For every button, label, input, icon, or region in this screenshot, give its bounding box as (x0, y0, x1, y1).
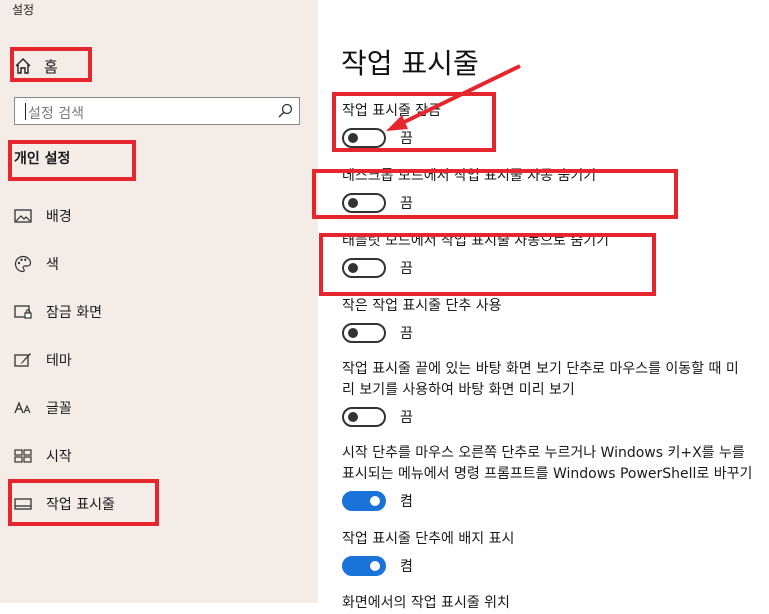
setting-powershell: 시작 단추를 마우스 오른쪽 단추로 누르거나 Windows 키+X를 누를 … (342, 443, 762, 511)
setting-label: 작업 표시줄 끝에 있는 바탕 화면 보기 단추로 마우스를 이동할 때 미 (342, 361, 739, 377)
setting-label: 시작 단추를 마우스 오른쪽 단추로 누르거나 Windows 키+X를 누를 (342, 445, 745, 461)
home-icon (14, 57, 32, 75)
toggle-switch[interactable] (342, 193, 386, 213)
toggle-switch[interactable] (342, 491, 386, 511)
sidebar-item-taskbar[interactable]: 작업 표시줄 (14, 491, 304, 517)
setting-label: 작업 표시줄 단추에 배지 표시 (342, 531, 515, 547)
sidebar-item-label: 시작 (46, 449, 72, 465)
taskbar-icon (14, 495, 32, 513)
picture-icon (14, 207, 32, 225)
sidebar-item-label: 작업 표시줄 (46, 497, 115, 513)
sidebar: 설정 홈 설정 검색 개인 설정 배경 색 잠금 화면 테마 글꼴 시작 작업 … (0, 0, 318, 603)
toggle-state: 끔 (400, 131, 413, 147)
text-caret (25, 103, 26, 120)
toggle-state: 켬 (400, 494, 413, 510)
setting-position: 화면에서의 작업 표시줄 위치 (342, 593, 762, 614)
sidebar-item-fonts[interactable]: 글꼴 (14, 395, 304, 421)
toggle-state: 끔 (400, 326, 413, 342)
main-content: 작업 표시줄 작업 표시줄 잠금 끔 데스크톱 모드에서 작업 표시줄 자동 숨… (318, 0, 769, 611)
sidebar-item-theme[interactable]: 테마 (14, 347, 304, 373)
setting-small-buttons: 작은 작업 표시줄 단추 사용 끔 (342, 296, 762, 343)
search-icon[interactable] (277, 103, 293, 119)
lock-screen-icon (14, 303, 32, 321)
sidebar-item-label: 테마 (46, 353, 72, 369)
sidebar-item-label: 배경 (46, 209, 72, 225)
sidebar-item-label: 색 (46, 257, 59, 273)
section-title: 개인 설정 (14, 151, 71, 167)
setting-autohide-desktop: 데스크톱 모드에서 작업 표시줄 자동 숨기기 끔 (342, 166, 762, 213)
sidebar-item-start[interactable]: 시작 (14, 443, 304, 469)
setting-label-line2: 리 보기를 사용하여 바탕 화면 미리 보기 (342, 382, 575, 398)
toggle-switch[interactable] (342, 323, 386, 343)
search-placeholder: 설정 검색 (28, 106, 84, 122)
setting-badges: 작업 표시줄 단추에 배지 표시 켬 (342, 529, 762, 576)
setting-label: 화면에서의 작업 표시줄 위치 (342, 595, 510, 611)
app-title: 설정 (12, 3, 35, 17)
setting-label: 태블릿 모드에서 작업 표시줄 자동으로 숨기기 (342, 233, 609, 249)
home-link[interactable]: 홈 (14, 54, 94, 78)
setting-peek: 작업 표시줄 끝에 있는 바탕 화면 보기 단추로 마우스를 이동할 때 미 리… (342, 359, 762, 427)
palette-icon (14, 255, 32, 273)
setting-label: 작은 작업 표시줄 단추 사용 (342, 298, 502, 314)
toggle-state: 끔 (400, 261, 413, 277)
sidebar-item-label: 잠금 화면 (46, 305, 102, 321)
toggle-switch[interactable] (342, 407, 386, 427)
start-grid-icon (14, 447, 32, 465)
sidebar-item-color[interactable]: 색 (14, 251, 304, 277)
setting-autohide-tablet: 태블릿 모드에서 작업 표시줄 자동으로 숨기기 끔 (342, 231, 762, 278)
toggle-state: 켬 (400, 559, 413, 575)
toggle-switch[interactable] (342, 128, 386, 148)
setting-lock-taskbar: 작업 표시줄 잠금 끔 (342, 101, 762, 148)
toggle-switch[interactable] (342, 258, 386, 278)
home-label: 홈 (44, 57, 58, 76)
page-title: 작업 표시줄 (341, 47, 479, 80)
setting-label: 작업 표시줄 잠금 (342, 103, 442, 119)
sidebar-item-label: 글꼴 (46, 401, 72, 417)
sidebar-item-lock-screen[interactable]: 잠금 화면 (14, 299, 304, 325)
setting-label: 데스크톱 모드에서 작업 표시줄 자동 숨기기 (342, 168, 597, 184)
search-input[interactable]: 설정 검색 (14, 97, 300, 125)
theme-brush-icon (14, 351, 32, 369)
toggle-switch[interactable] (342, 556, 386, 576)
font-icon (14, 399, 32, 417)
toggle-state: 끔 (400, 196, 413, 212)
toggle-state: 끔 (400, 410, 413, 426)
sidebar-item-background[interactable]: 배경 (14, 203, 304, 229)
setting-label-line2: 표시되는 메뉴에서 명령 프롬프트를 Windows PowerShell로 바… (342, 466, 753, 482)
